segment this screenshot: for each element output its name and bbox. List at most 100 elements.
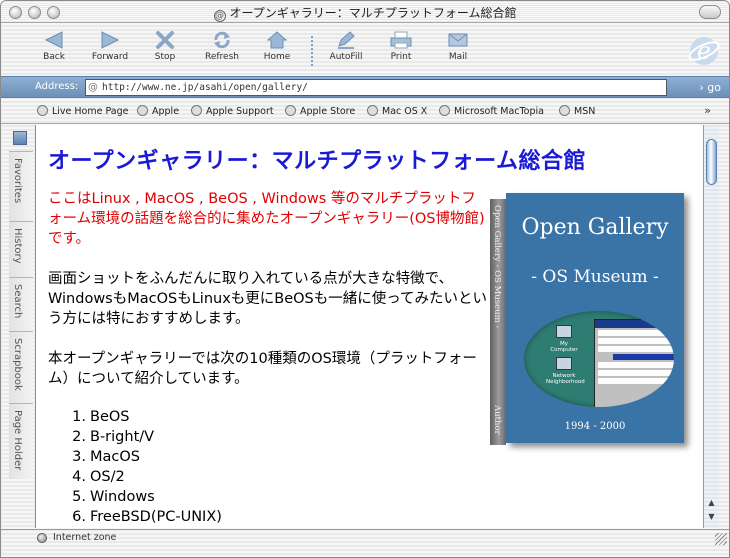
tab-search[interactable]: Search — [9, 277, 33, 331]
page-icon: @ — [213, 10, 226, 22]
favorite-item[interactable]: Apple Store — [285, 105, 355, 117]
cover-screenshot-oval: My Computer Network Neighborhood — [524, 311, 674, 407]
stop-button[interactable]: Stop — [136, 26, 194, 72]
spine-title: Open Gallery - OS Museum - — [492, 205, 502, 329]
scroll-down-arrow-icon[interactable]: ▼ — [706, 511, 717, 522]
thumbnail-row — [598, 370, 674, 376]
favorite-label: Apple Support — [206, 106, 274, 117]
list-text: MacOS — [90, 449, 140, 465]
list-number: 6. — [72, 509, 86, 525]
vertical-scrollbar[interactable]: ▲ ▼ — [703, 125, 719, 528]
book-front-cover: Open Gallery - OS Museum - My Computer N… — [506, 193, 684, 443]
favorite-label: Mac OS X — [382, 106, 428, 117]
tab-page-holder-label: Page Holder — [12, 410, 23, 471]
stop-x-icon — [156, 31, 174, 49]
favorites-bar: Live Home Page Apple Apple Support Apple… — [1, 100, 729, 124]
favorite-page-icon — [37, 105, 48, 116]
list-text: FreeBSD(PC-UNIX) — [90, 509, 222, 525]
favorite-label: Live Home Page — [52, 106, 129, 117]
os-intro-paragraph: 本オープンギャラリーでは次の10種類のOS環境（プラットフォーム）について紹介し… — [48, 351, 477, 387]
forward-button[interactable]: Forward — [81, 26, 139, 72]
spine-author: Author — [492, 405, 502, 435]
page-content[interactable]: オープンギャラリー：マルチプラットフォーム総合館 ここはLinux , MacO… — [35, 125, 703, 528]
refresh-button[interactable]: Refresh — [193, 26, 251, 72]
home-icon — [266, 31, 288, 49]
icon-label: Network Neighborhood — [546, 373, 585, 385]
favorite-page-icon — [559, 105, 570, 116]
autofill-label: AutoFill — [329, 52, 363, 62]
list-text: Windows — [90, 489, 155, 505]
back-button[interactable]: Back — [25, 26, 83, 72]
favorite-item[interactable]: Apple — [137, 105, 179, 117]
security-zone-icon — [37, 533, 47, 543]
favorite-item[interactable]: Mac OS X — [367, 105, 427, 117]
svg-text:e: e — [697, 37, 711, 65]
tab-favorites-label: Favorites — [12, 158, 23, 204]
address-label: Address: — [35, 81, 79, 92]
favorite-item[interactable]: Apple Support — [191, 105, 274, 117]
go-button[interactable]: › go — [673, 79, 727, 96]
tab-history[interactable]: History — [9, 221, 33, 277]
favorite-item[interactable]: Microsoft MacTopia — [439, 105, 544, 117]
title-bar[interactable]: @ オープンギャラリー：マルチプラットフォーム総合館 — [1, 1, 729, 23]
favorite-page-icon — [285, 105, 296, 116]
home-button[interactable]: Home — [248, 26, 306, 72]
mail-button[interactable]: Mail — [429, 26, 487, 72]
tab-favorites[interactable]: Favorites — [9, 151, 33, 221]
list-number: 3. — [72, 449, 86, 465]
favorite-page-icon — [439, 105, 450, 116]
favorite-item[interactable]: MSN — [559, 105, 595, 117]
tab-scrapbook[interactable]: Scrapbook — [9, 331, 33, 403]
resize-grip[interactable] — [715, 533, 727, 545]
refresh-label: Refresh — [205, 52, 239, 62]
favorite-page-icon — [191, 105, 202, 116]
favorite-label: MSN — [574, 106, 596, 117]
favorite-label: Apple Store — [300, 106, 356, 117]
back-arrow-icon — [44, 31, 63, 49]
print-label: Print — [390, 52, 412, 62]
autofill-pen-icon — [338, 31, 355, 49]
intro-text: ここはLinux , MacOS , BeOS , Windows 等のマルチプ… — [48, 191, 485, 247]
home-label: Home — [263, 52, 291, 62]
favorite-item[interactable]: Live Home Page — [37, 105, 129, 117]
list-number: 1. — [72, 409, 86, 425]
back-label: Back — [43, 52, 65, 62]
browser-window: @ オープンギャラリー：マルチプラットフォーム総合館 Back Forward S… — [0, 0, 730, 558]
tab-search-label: Search — [12, 284, 23, 319]
print-button[interactable]: Print — [372, 26, 430, 72]
thumbnail-selected-row — [613, 354, 674, 360]
thumbnail-row — [598, 330, 674, 336]
thumbnail-row — [598, 378, 674, 384]
explorer-bar-toggle-icon[interactable] — [13, 131, 27, 145]
list-item: 6. FreeBSD(PC-UNIX) — [58, 507, 222, 527]
ie-logo-icon: e — [688, 37, 720, 65]
autofill-button[interactable]: AutoFill — [317, 26, 375, 72]
toolbar-separator — [311, 36, 313, 66]
tab-scrapbook-label: Scrapbook — [12, 338, 23, 391]
list-item: 3. MacOS — [58, 447, 222, 467]
favorites-more-button[interactable]: » — [704, 104, 711, 117]
forward-arrow-icon — [101, 31, 120, 49]
scroll-thumb[interactable] — [706, 139, 717, 185]
window-title-area: @ オープンギャラリー：マルチプラットフォーム総合館 — [1, 4, 729, 22]
list-number: 5. — [72, 489, 86, 505]
printer-icon — [390, 31, 412, 49]
feature-paragraph: 画面ショットをふんだんに取り入れている点が大きな特徴で、WindowsもMacO… — [48, 271, 488, 327]
favorite-page-icon — [137, 105, 148, 116]
favorite-label: Apple — [152, 106, 180, 117]
address-input[interactable]: http://www.ne.jp/asahi/open/gallery/ — [85, 79, 667, 96]
os-list: 1. BeOS 2. B-right/V 3. MacOS 4. OS/2 5. Wind… — [58, 407, 222, 527]
explorer-window-thumbnail — [594, 319, 674, 407]
collapse-toolbar-button[interactable] — [699, 5, 721, 19]
list-text: OS/2 — [90, 469, 125, 485]
scroll-up-arrow-icon[interactable]: ▲ — [706, 497, 717, 508]
book-cover-image: Open Gallery - OS Museum - Author Open G… — [490, 193, 688, 449]
explorer-bar-tabs: Favorites History Search Scrapbook Page … — [1, 125, 35, 527]
cover-subtitle: - OS Museum - — [531, 267, 659, 287]
list-text: BeOS — [90, 409, 130, 425]
toolbar: Back Forward Stop Refresh Home AutoFill … — [1, 24, 729, 74]
list-item: 4. OS/2 — [58, 467, 222, 487]
list-item: 1. BeOS — [58, 407, 222, 427]
tab-page-holder[interactable]: Page Holder — [9, 403, 33, 479]
list-number: 2. — [72, 429, 86, 445]
